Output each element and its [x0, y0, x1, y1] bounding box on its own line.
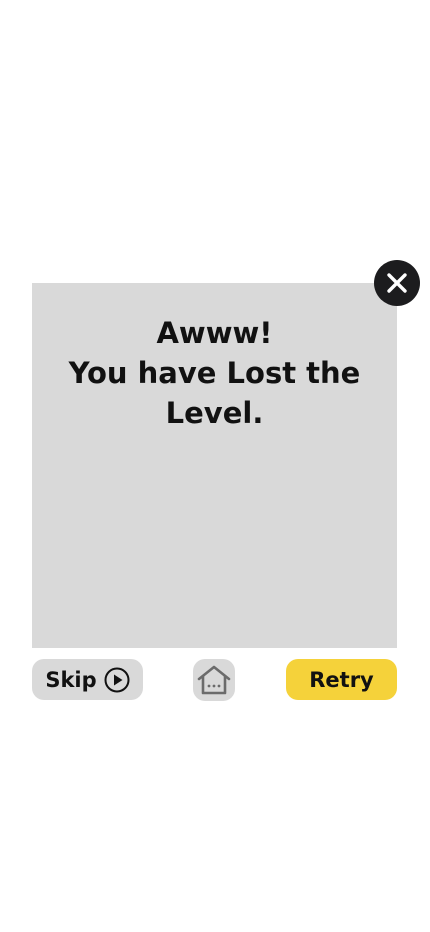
close-button[interactable] — [374, 260, 420, 306]
play-circle-icon — [104, 667, 130, 692]
lose-message-line-2: You have Lost the — [68, 356, 361, 390]
lose-message: Awww! You have Lost the Level. — [32, 313, 397, 433]
retry-button[interactable]: Retry — [286, 659, 397, 700]
lose-message-line-1: Awww! — [156, 316, 273, 350]
home-icon — [197, 665, 231, 695]
skip-label: Skip — [45, 667, 97, 692]
home-button[interactable] — [193, 659, 235, 701]
lose-message-line-3: Level. — [165, 396, 264, 430]
retry-label: Retry — [309, 667, 374, 692]
skip-button[interactable]: Skip — [32, 659, 143, 700]
lose-dialog: Awww! You have Lost the Level. — [32, 283, 397, 648]
close-icon — [387, 273, 407, 293]
